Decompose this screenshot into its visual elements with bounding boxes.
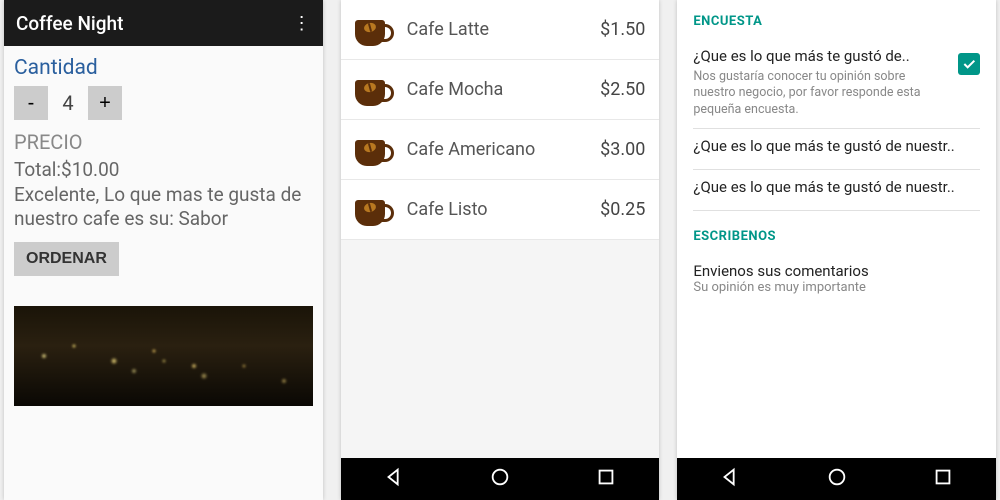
- order-content: Cantidad - 4 + PRECIO Total:$10.00 Excel…: [4, 46, 323, 412]
- back-icon[interactable]: [699, 458, 761, 500]
- order-button[interactable]: ORDENAR: [14, 242, 119, 276]
- overflow-menu-icon[interactable]: ⋮: [293, 13, 311, 34]
- writeus-item[interactable]: Envienos sus comentarios Su opinión es m…: [693, 254, 980, 303]
- item-name: Cafe Latte: [407, 19, 586, 40]
- recents-icon[interactable]: [912, 458, 974, 500]
- app-bar: Coffee Night ⋮: [4, 0, 323, 46]
- back-icon[interactable]: [363, 458, 425, 500]
- item-price: $0.25: [600, 199, 645, 220]
- survey-title: ¿Que es lo que más te gustó de nuestr..: [693, 178, 980, 196]
- android-navbar: [677, 458, 996, 500]
- menu-list[interactable]: Cafe Latte $1.50 Cafe Mocha $2.50 Cafe A…: [341, 0, 660, 458]
- hero-image: [14, 306, 313, 406]
- survey-content: ENCUESTA ¿Que es lo que más te gustó de.…: [677, 0, 996, 458]
- menu-item[interactable]: Cafe Listo $0.25: [341, 180, 660, 240]
- item-price: $1.50: [600, 19, 645, 40]
- price-label: PRECIO: [14, 130, 313, 154]
- home-icon[interactable]: [806, 458, 868, 500]
- home-icon[interactable]: [469, 458, 531, 500]
- coffee-cup-icon: [355, 74, 393, 106]
- item-price: $3.00: [600, 139, 645, 160]
- quantity-stepper: - 4 +: [14, 86, 313, 120]
- writeus-desc: Su opinión es muy importante: [693, 280, 980, 295]
- order-summary: Total:$10.00 Excelente, Lo que mas te gu…: [14, 158, 313, 232]
- item-name: Cafe Listo: [407, 199, 586, 220]
- qty-value: 4: [56, 91, 80, 115]
- coffee-cup-icon: [355, 134, 393, 166]
- survey-item[interactable]: ¿Que es lo que más te gustó de nuestr..: [693, 170, 980, 211]
- survey-title: ¿Que es lo que más te gustó de..: [693, 47, 980, 65]
- item-name: Cafe Mocha: [407, 79, 586, 100]
- item-price: $2.50: [600, 79, 645, 100]
- android-navbar: [341, 458, 660, 500]
- menu-item[interactable]: Cafe Mocha $2.50: [341, 60, 660, 120]
- menu-item[interactable]: Cafe Latte $1.50: [341, 0, 660, 60]
- check-icon: [961, 56, 977, 72]
- coffee-cup-icon: [355, 14, 393, 46]
- survey-title: ¿Que es lo que más te gustó de nuestr..: [693, 137, 980, 155]
- phone-order: Coffee Night ⋮ Cantidad - 4 + PRECIO Tot…: [4, 0, 323, 500]
- escribenos-header: ESCRIBENOS: [693, 229, 980, 244]
- item-name: Cafe Americano: [407, 139, 586, 160]
- survey-desc: Nos gustaría conocer tu opinión sobre nu…: [693, 69, 980, 118]
- writeus-title: Envienos sus comentarios: [693, 262, 980, 280]
- app-title: Coffee Night: [16, 12, 123, 35]
- survey-checkbox[interactable]: [958, 53, 980, 75]
- coffee-cup-icon: [355, 194, 393, 226]
- qty-minus-button[interactable]: -: [14, 86, 48, 120]
- menu-item[interactable]: Cafe Americano $3.00: [341, 120, 660, 180]
- survey-item[interactable]: ¿Que es lo que más te gustó de nuestr..: [693, 129, 980, 170]
- survey-item[interactable]: ¿Que es lo que más te gustó de.. Nos gus…: [693, 39, 980, 129]
- phone-survey: ENCUESTA ¿Que es lo que más te gustó de.…: [677, 0, 996, 500]
- encuesta-header: ENCUESTA: [693, 14, 980, 29]
- phone-menu: Cafe Latte $1.50 Cafe Mocha $2.50 Cafe A…: [341, 0, 660, 500]
- recents-icon[interactable]: [575, 458, 637, 500]
- quantity-label: Cantidad: [14, 56, 313, 80]
- qty-plus-button[interactable]: +: [88, 86, 122, 120]
